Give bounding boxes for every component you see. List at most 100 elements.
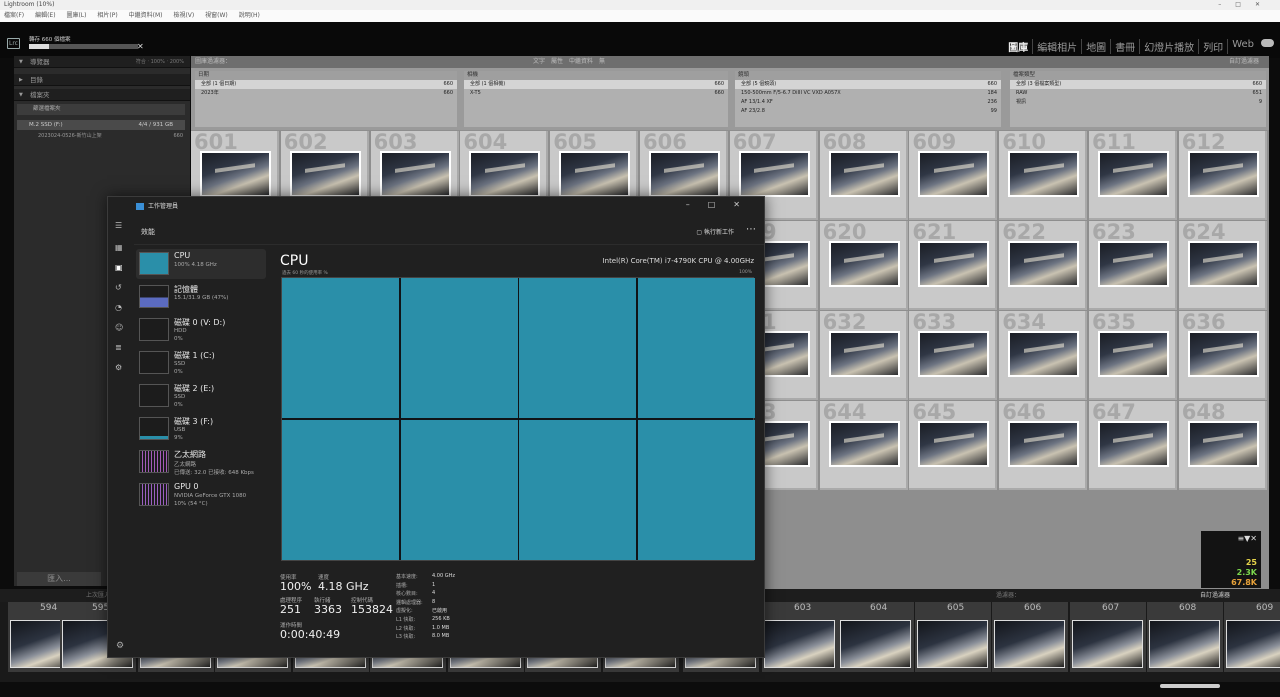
- perf-item[interactable]: 磁碟 3 (F:) USB 9%: [136, 414, 266, 444]
- processes-icon[interactable]: ▦: [115, 243, 123, 252]
- filmstrip-thumbnail[interactable]: [917, 620, 988, 668]
- photo-thumbnail[interactable]: [1008, 151, 1080, 197]
- filmstrip-cell[interactable]: 605: [915, 602, 991, 672]
- photo-thumbnail[interactable]: [828, 241, 900, 287]
- filter-options[interactable]: 文字 屬性 中繼資料 無: [533, 58, 605, 65]
- grid-cell[interactable]: 621: [909, 221, 998, 310]
- metadata-column-header[interactable]: 相機: [464, 71, 728, 80]
- filter-select[interactable]: 自訂過濾器: [1200, 589, 1230, 602]
- module-map[interactable]: 地圖: [1081, 39, 1110, 54]
- app-history-icon[interactable]: ↺: [115, 283, 122, 292]
- settings-gear-icon[interactable]: ⚙: [116, 641, 124, 651]
- metadata-row[interactable]: AF 13/1.4 XF 236: [735, 98, 1001, 107]
- photo-thumbnail[interactable]: [1008, 331, 1080, 377]
- metadata-row[interactable]: 全部 (5 個鏡頭) 660: [735, 80, 1001, 89]
- filmstrip-thumbnail[interactable]: [764, 620, 835, 668]
- menu-window[interactable]: 視窗(W): [205, 12, 228, 19]
- grid-cell[interactable]: 623: [1089, 221, 1177, 310]
- photo-thumbnail[interactable]: [1098, 421, 1169, 467]
- performance-icon[interactable]: ▣: [115, 263, 123, 272]
- grid-cell[interactable]: 645: [909, 401, 998, 490]
- filmstrip-cell[interactable]: 609: [1224, 602, 1280, 672]
- photo-thumbnail[interactable]: [1098, 331, 1169, 377]
- filmstrip-thumbnail[interactable]: [994, 620, 1065, 668]
- filmstrip-scrollbar[interactable]: [1160, 684, 1220, 688]
- module-web[interactable]: Web: [1227, 39, 1258, 54]
- services-icon[interactable]: ⚙: [115, 363, 122, 372]
- grid-cell[interactable]: 646: [999, 401, 1088, 490]
- metadata-row[interactable]: 2023年 660: [195, 89, 457, 98]
- window-controls[interactable]: –□✕: [1218, 0, 1274, 10]
- perf-item[interactable]: 記憶體 15.1/31.9 GB (47%): [136, 282, 266, 312]
- folders-header[interactable]: ▼ 檔案夾: [14, 89, 190, 101]
- grid-cell[interactable]: 612: [1178, 131, 1267, 220]
- metadata-column-header[interactable]: 檔案類型: [1010, 71, 1266, 80]
- module-library[interactable]: 圖庫: [1004, 39, 1032, 54]
- folder-search-input[interactable]: 篩選檔案夾: [17, 104, 185, 115]
- grid-cell[interactable]: 647: [1089, 401, 1177, 490]
- tm-window-controls[interactable]: –□✕: [686, 197, 758, 212]
- grid-cell[interactable]: 644: [819, 401, 908, 490]
- menu-view[interactable]: 檢視(V): [173, 12, 194, 19]
- more-options-icon[interactable]: ⋯: [746, 224, 756, 235]
- grid-cell[interactable]: 624: [1178, 221, 1267, 310]
- grid-cell[interactable]: 634: [999, 311, 1088, 400]
- grid-cell[interactable]: 635: [1089, 311, 1177, 400]
- metadata-row[interactable]: RAW 651: [1010, 89, 1266, 98]
- catalog-header[interactable]: ▶ 目錄: [14, 74, 190, 86]
- photo-thumbnail[interactable]: [1098, 151, 1169, 197]
- volume-row[interactable]: M.2 SSD (F:) 4/4 / 931 GB: [17, 120, 185, 130]
- perf-item[interactable]: 磁碟 1 (C:) SSD 0%: [136, 348, 266, 378]
- grid-cell[interactable]: 608: [819, 131, 908, 220]
- photo-thumbnail[interactable]: [1008, 241, 1080, 287]
- filmstrip-cell[interactable]: 603: [762, 602, 838, 672]
- menu-photo[interactable]: 相片(P): [97, 12, 117, 19]
- metadata-column-header[interactable]: 日期: [195, 71, 457, 80]
- filmstrip-cell[interactable]: 608: [1147, 602, 1223, 672]
- photo-thumbnail[interactable]: [379, 151, 451, 197]
- photo-thumbnail[interactable]: [1187, 331, 1259, 377]
- metadata-row[interactable]: 全部 (3 個檔案類型) 660: [1010, 80, 1266, 89]
- photo-thumbnail[interactable]: [738, 151, 810, 197]
- photo-thumbnail[interactable]: [289, 151, 361, 197]
- photo-thumbnail[interactable]: [559, 151, 631, 197]
- menu-file[interactable]: 檔案(F): [4, 12, 24, 19]
- users-icon[interactable]: ☺: [115, 323, 123, 332]
- filmstrip-thumbnail[interactable]: [840, 620, 911, 668]
- photo-thumbnail[interactable]: [1008, 421, 1080, 467]
- perf-item[interactable]: 磁碟 2 (E:) SSD 0%: [136, 381, 266, 411]
- photo-thumbnail[interactable]: [469, 151, 541, 197]
- menu-library[interactable]: 圖庫(L): [66, 12, 86, 19]
- photo-thumbnail[interactable]: [828, 421, 900, 467]
- filmstrip-thumbnail[interactable]: [1072, 620, 1143, 668]
- grid-cell[interactable]: 636: [1178, 311, 1267, 400]
- metadata-row[interactable]: AF 23/2.8 99: [735, 107, 1001, 116]
- metadata-row[interactable]: 150-500mm F/5-6.7 DiIII VC VXD A057X 184: [735, 89, 1001, 98]
- menu-icon[interactable]: ≡▼✕: [1237, 534, 1257, 543]
- photo-thumbnail[interactable]: [918, 151, 990, 197]
- photo-thumbnail[interactable]: [1098, 241, 1169, 287]
- folder-row[interactable]: 2023024-0526-新竹山上架 660: [24, 132, 185, 141]
- photo-thumbnail[interactable]: [828, 151, 900, 197]
- run-new-task-button[interactable]: ▢ 執行新工作: [696, 227, 734, 236]
- grid-cell[interactable]: 622: [999, 221, 1088, 310]
- menu-help[interactable]: 說明(H): [239, 12, 260, 19]
- grid-cell[interactable]: 611: [1089, 131, 1177, 220]
- photo-thumbnail[interactable]: [200, 151, 271, 197]
- module-slideshow[interactable]: 幻燈片播放: [1139, 39, 1198, 54]
- import-button[interactable]: 匯入...: [17, 572, 101, 586]
- grid-cell[interactable]: 609: [909, 131, 998, 220]
- photo-thumbnail[interactable]: [1187, 421, 1259, 467]
- photo-thumbnail[interactable]: [649, 151, 720, 197]
- module-book[interactable]: 書冊: [1110, 39, 1139, 54]
- perf-item[interactable]: 磁碟 0 (V: D:) HDD 0%: [136, 315, 266, 345]
- details-icon[interactable]: ≣: [115, 343, 122, 352]
- navigator-header[interactable]: ▼ 導覽器 符合 ‧ 100% ‧ 200%: [14, 56, 190, 68]
- hamburger-icon[interactable]: ☰: [115, 221, 122, 230]
- filmstrip-thumbnail[interactable]: [1226, 620, 1280, 668]
- metadata-column-header[interactable]: 鏡頭: [735, 71, 1001, 80]
- cloud-sync-icon[interactable]: [1261, 39, 1274, 47]
- filmstrip-cell[interactable]: 606: [992, 602, 1068, 672]
- grid-cell[interactable]: 633: [909, 311, 998, 400]
- menu-edit[interactable]: 編輯(E): [35, 12, 55, 19]
